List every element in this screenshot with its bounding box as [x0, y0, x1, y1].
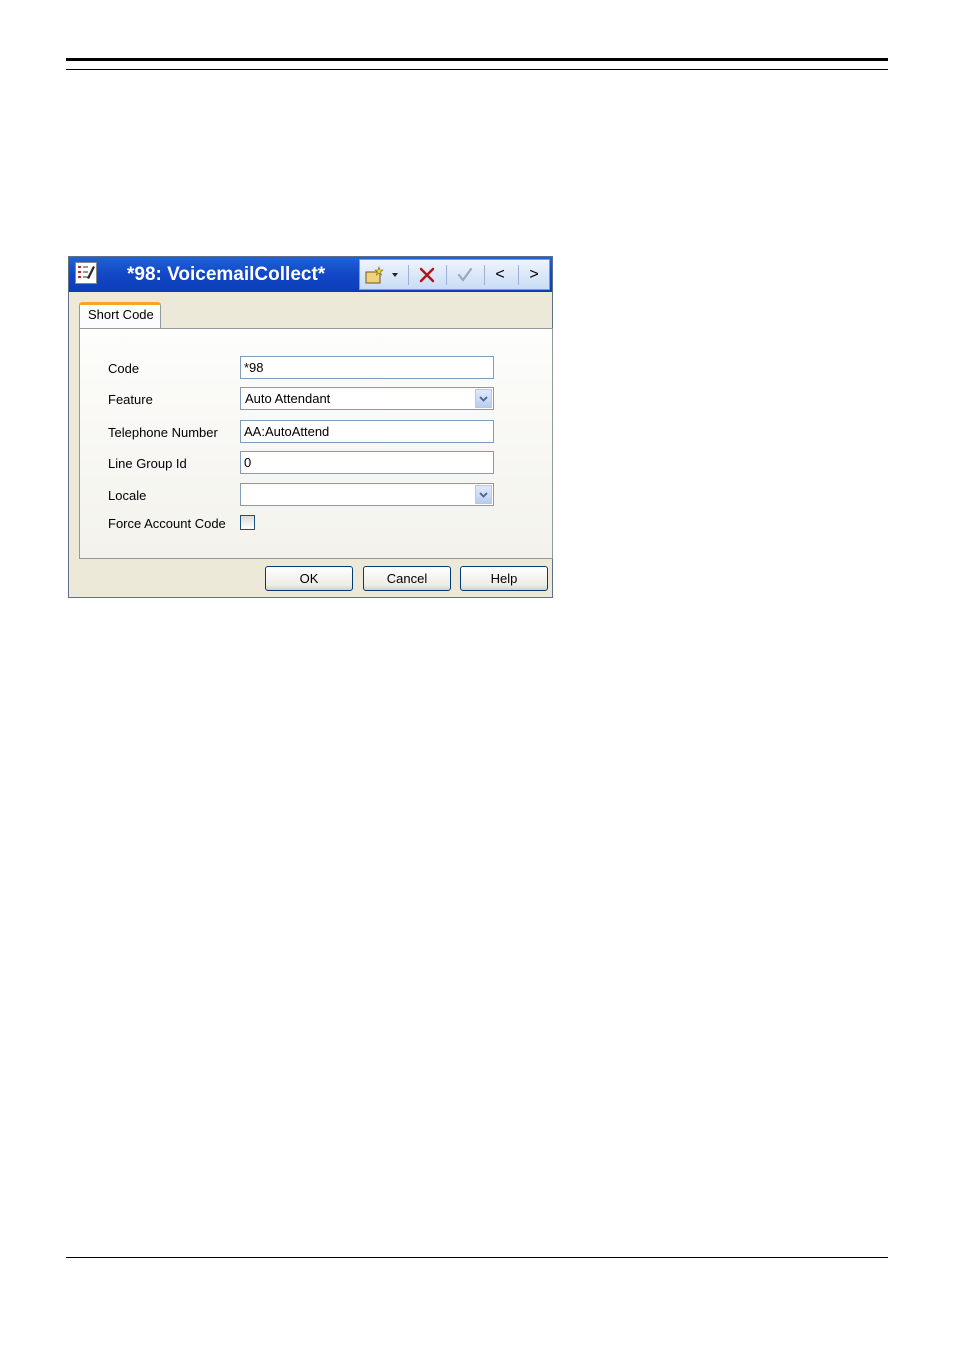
short-code-panel: Code Feature Auto Attendant Telephone Nu…	[79, 328, 553, 559]
code-label: Code	[108, 361, 140, 376]
next-button[interactable]: >	[524, 264, 544, 286]
telephone-number-label: Telephone Number	[108, 425, 218, 440]
dialog-toolbar: < >	[359, 259, 550, 290]
feature-select-value: Auto Attendant	[245, 391, 331, 406]
header-rule-bottom	[66, 69, 888, 70]
tab-short-code[interactable]: Short Code	[79, 302, 161, 328]
feature-label: Feature	[108, 392, 153, 407]
ok-button[interactable]: OK	[265, 566, 353, 591]
previous-button[interactable]: <	[490, 264, 510, 286]
line-group-id-label: Line Group Id	[108, 456, 187, 471]
checkmark-icon[interactable]	[454, 264, 476, 286]
delete-x-icon[interactable]	[416, 264, 438, 286]
toolbar-separator	[446, 265, 447, 285]
feature-select[interactable]: Auto Attendant	[240, 387, 494, 410]
dialog-titlebar: *98: VoicemailCollect* < >	[69, 257, 552, 292]
toolbar-separator	[518, 265, 519, 285]
force-account-code-label: Force Account Code	[108, 516, 226, 531]
cancel-button[interactable]: Cancel	[363, 566, 451, 591]
chevron-down-icon[interactable]	[475, 389, 492, 408]
chevron-down-icon[interactable]	[475, 485, 492, 504]
toolbar-separator	[408, 265, 409, 285]
new-item-icon[interactable]	[364, 264, 386, 286]
code-input[interactable]	[240, 356, 494, 379]
locale-label: Locale	[108, 488, 147, 503]
toolbar-separator	[484, 265, 485, 285]
dialog-title: *98: VoicemailCollect*	[127, 264, 326, 285]
dropdown-arrow-icon[interactable]	[390, 264, 400, 286]
telephone-number-input[interactable]	[240, 420, 494, 443]
help-button[interactable]: Help	[460, 566, 548, 591]
footer-rule	[66, 1257, 888, 1258]
short-code-dialog: *98: VoicemailCollect* < > Short Code Co…	[68, 256, 553, 598]
line-group-id-input[interactable]	[240, 451, 494, 474]
header-rule-top	[66, 58, 888, 61]
short-code-app-icon	[75, 262, 97, 284]
force-account-code-checkbox[interactable]	[240, 515, 255, 530]
locale-select[interactable]	[240, 483, 494, 506]
tab-strip: Short Code	[69, 292, 552, 328]
